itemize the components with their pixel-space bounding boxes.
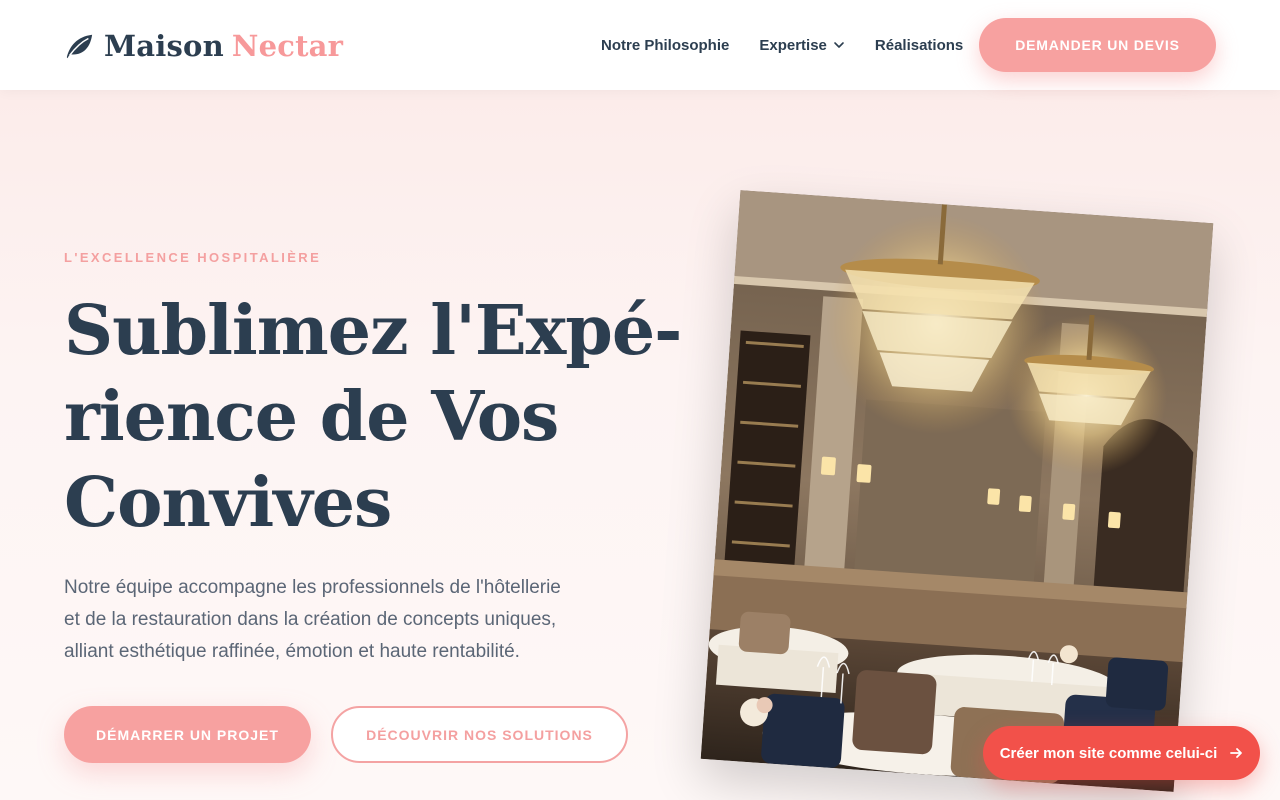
hero-headline: Sublimez l'Expé- rience de Vos Convives [64, 288, 682, 546]
headline-line: Sublimez l'Expé- [64, 291, 682, 371]
nav-item-realisations[interactable]: Réalisations [875, 37, 963, 54]
create-site-label: Créer mon site comme celui-ci [999, 744, 1218, 762]
restaurant-illustration [700, 190, 1214, 792]
hero-eyebrow: L'EXCELLENCE HOSPITALIÈRE [64, 250, 322, 265]
discover-solutions-button[interactable]: DÉCOUVRIR NOS SOLUTIONS [331, 706, 628, 763]
arrow-right-icon [1230, 748, 1243, 758]
headline-line: Convives [64, 463, 392, 543]
restaurant-photo [700, 190, 1214, 792]
headline-line: rience de Vos [64, 377, 559, 457]
brand-logo[interactable]: Maison Nectar [64, 26, 343, 66]
request-quote-button[interactable]: DEMANDER UN DEVIS [979, 18, 1216, 72]
start-project-button[interactable]: DÉMARRER UN PROJET [64, 706, 311, 763]
leaf-icon [66, 34, 93, 59]
hero-lead: Notre équipe accompagne les professionne… [64, 572, 604, 668]
brand-name-main: Maison [104, 29, 224, 63]
create-site-button[interactable]: Créer mon site comme celui-ci [983, 726, 1260, 780]
nav-item-label: Notre Philosophie [601, 36, 730, 54]
nav-item-expertise[interactable]: Expertise [759, 37, 845, 54]
nav-item-label: Réalisations [874, 36, 964, 54]
nav-item-label: Expertise [759, 36, 827, 54]
nav-item-philosophie[interactable]: Notre Philosophie [601, 37, 729, 54]
lead-line: alliant esthétique raffinée, émotion et … [64, 641, 520, 662]
lead-line: et de la restauration dans la création d… [64, 609, 557, 630]
brand-name-accent: Nectar [231, 29, 344, 63]
lead-line: Notre équipe accompagne les professionne… [64, 577, 561, 598]
brand-name: Maison Nectar [104, 29, 343, 63]
chevron-down-icon [834, 42, 844, 48]
main-nav: Notre Philosophie Expertise Réalisations [601, 0, 993, 90]
site-header: Maison Nectar Notre Philosophie Expertise… [0, 0, 1280, 90]
